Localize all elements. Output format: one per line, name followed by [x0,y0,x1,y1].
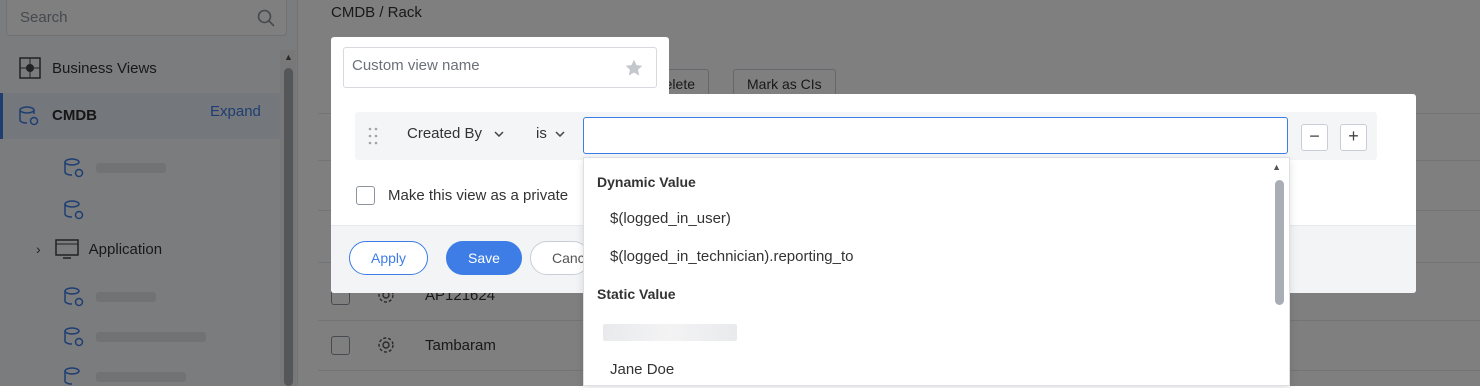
private-view-checkbox[interactable] [356,186,375,205]
dropdown-scrollbar-thumb[interactable] [1275,180,1284,305]
remove-criteria-button[interactable]: − [1301,124,1328,151]
drag-handle-icon[interactable] [368,127,378,145]
value-dropdown: Dynamic Value $(logged_in_user) $(logged… [583,157,1290,386]
criteria-field-label: Created By [407,125,483,142]
dropdown-option[interactable]: $(logged_in_technician).reporting_to [610,248,854,265]
save-button[interactable]: Save [446,241,522,275]
private-view-option[interactable]: Make this view as a private [356,186,568,205]
cancel-button[interactable]: Cancel [530,241,590,275]
custom-view-name-input[interactable] [352,57,622,74]
criteria-value-input[interactable] [584,118,1287,153]
custom-view-popup-header [331,37,669,95]
star-icon[interactable] [624,58,644,78]
custom-view-name-field[interactable] [343,47,657,88]
criteria-operator-select[interactable]: is [536,125,565,142]
redacted-option[interactable] [603,324,737,341]
criteria-operator-label: is [536,125,547,142]
private-view-label: Make this view as a private [388,187,569,204]
dropdown-group-header: Static Value [597,286,676,302]
criteria-row: Created By is − + [355,112,1377,160]
dropdown-option[interactable]: Jane Doe [610,361,674,378]
add-criteria-button[interactable]: + [1340,124,1367,151]
chevron-down-icon [494,130,504,137]
scroll-up-arrow-icon[interactable]: ▲ [1272,162,1281,172]
dropdown-group-header: Dynamic Value [597,174,696,190]
apply-button[interactable]: Apply [349,241,429,275]
chevron-down-icon [555,130,565,137]
criteria-field-select[interactable]: Created By [407,125,504,142]
dropdown-option[interactable]: $(logged_in_user) [610,210,731,227]
criteria-value-field[interactable] [583,117,1288,154]
